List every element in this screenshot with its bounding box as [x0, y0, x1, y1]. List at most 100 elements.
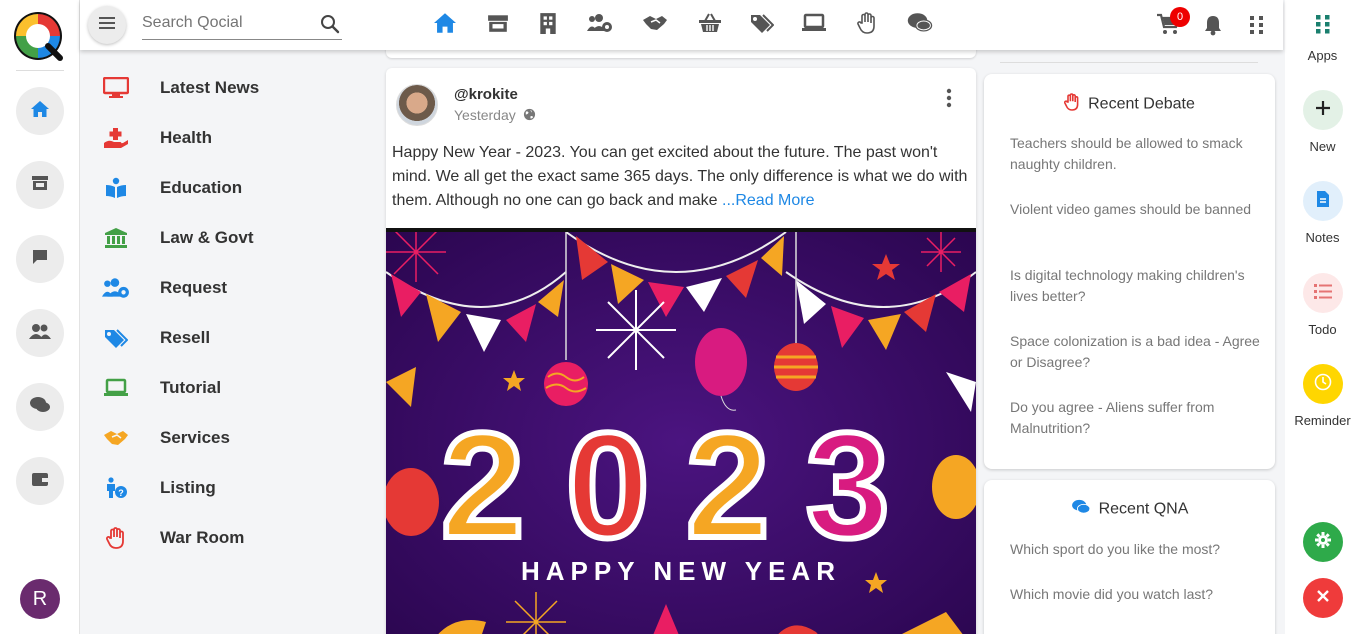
apps-grid-icon[interactable] — [1250, 16, 1264, 39]
post-card: @krokite Yesterday Happy New Year - 2023… — [386, 68, 976, 634]
book-icon — [102, 176, 130, 200]
category-listing[interactable]: ? Listing — [80, 468, 376, 508]
category-latest-news[interactable]: Latest News — [80, 68, 376, 108]
category-request[interactable]: Request — [80, 268, 376, 308]
users-gear-icon — [587, 13, 613, 38]
home-icon — [432, 12, 458, 39]
recent-debate-header: Recent Debate — [984, 93, 1275, 116]
wallet-icon — [31, 471, 49, 492]
left-rail: R — [0, 0, 80, 634]
new-button[interactable] — [1303, 90, 1343, 130]
rail-chat-button[interactable] — [16, 383, 64, 431]
store-icon — [30, 174, 50, 197]
debate-item[interactable]: Do you agree - Aliens suffer from Malnut… — [1010, 397, 1260, 439]
close-button[interactable] — [1303, 578, 1343, 618]
right-rail: Apps New Notes Todo Reminder — [1285, 0, 1360, 634]
image-year-0: 0 — [566, 401, 649, 569]
post-author-avatar[interactable] — [396, 84, 438, 126]
bell-icon[interactable] — [1203, 14, 1223, 41]
post-options-icon[interactable] — [946, 88, 952, 113]
todo-label: Todo — [1308, 322, 1337, 337]
post-username[interactable]: @krokite — [454, 86, 518, 103]
laptop-icon — [802, 13, 826, 38]
hamburger-icon — [99, 16, 115, 35]
category-resell[interactable]: Resell — [80, 318, 376, 358]
reminder-button[interactable] — [1303, 364, 1343, 404]
debate-item[interactable]: Teachers should be allowed to smack naug… — [1010, 133, 1260, 175]
file-icon — [1316, 190, 1330, 213]
nav-tutorial[interactable] — [800, 12, 828, 38]
image-year-2: 2 — [441, 401, 524, 569]
globe-icon — [523, 108, 536, 126]
category-label: War Room — [160, 528, 245, 547]
close-icon — [1316, 589, 1330, 608]
qna-item[interactable]: Which movie did you watch last? — [1010, 584, 1260, 605]
top-bar: 0 — [80, 0, 1283, 50]
widget-divider — [1000, 62, 1258, 63]
apps-label: Apps — [1307, 48, 1338, 63]
todo-button[interactable] — [1303, 273, 1343, 313]
rail-messages-button[interactable] — [16, 235, 64, 283]
category-label: Law & Govt — [160, 228, 254, 247]
nav-tags[interactable] — [748, 12, 776, 38]
qna-item[interactable]: Which sport do you like the most? — [1010, 539, 1260, 560]
clock-icon — [1314, 373, 1332, 396]
svg-text:?: ? — [118, 488, 124, 498]
rail-divider — [16, 70, 64, 71]
bank-icon — [102, 226, 130, 250]
category-services[interactable]: Services — [80, 418, 376, 458]
category-label: Resell — [160, 328, 211, 347]
recent-debate-title: Recent Debate — [1088, 95, 1195, 113]
qocial-logo[interactable] — [12, 10, 64, 62]
rail-wallet-button[interactable] — [16, 457, 64, 505]
post-image[interactable]: 2 0 2 3 HAPPY NEW YEAR — [386, 228, 976, 634]
category-label: Latest News — [160, 78, 260, 97]
home-icon — [30, 100, 50, 123]
notes-label: Notes — [1305, 230, 1340, 245]
nav-home[interactable] — [431, 12, 459, 38]
category-label: Services — [160, 428, 230, 447]
nav-groups[interactable] — [586, 12, 614, 38]
building-icon — [539, 12, 557, 39]
hand-icon — [857, 11, 877, 39]
post-time: Yesterday — [454, 107, 516, 123]
rail-friends-button[interactable] — [16, 309, 64, 357]
search-input[interactable] — [142, 10, 312, 36]
plus-icon — [1315, 100, 1331, 121]
debate-item[interactable]: Space colonization is a bad idea - Agree… — [1010, 331, 1260, 373]
recent-qna-widget: Recent QNA Which sport do you like the m… — [984, 480, 1275, 634]
store-icon — [487, 13, 509, 38]
list-icon — [1314, 283, 1332, 304]
debate-item[interactable]: Is digital technology making children's … — [1010, 265, 1260, 307]
search-icon[interactable] — [320, 14, 340, 39]
category-label: Health — [160, 128, 212, 147]
nav-buildings[interactable] — [534, 12, 562, 38]
nav-store[interactable] — [484, 12, 512, 38]
tags-icon — [750, 13, 775, 38]
user-avatar[interactable]: R — [20, 579, 60, 619]
settings-button[interactable] — [1303, 522, 1343, 562]
new-label: New — [1309, 139, 1336, 154]
nav-war-room[interactable] — [853, 11, 881, 39]
read-more-link[interactable]: ...Read More — [722, 192, 814, 209]
category-war-room[interactable]: War Room — [80, 518, 376, 558]
category-education[interactable]: Education — [80, 168, 376, 208]
notes-button[interactable] — [1303, 181, 1343, 221]
nav-chat[interactable] — [906, 12, 934, 38]
category-tutorial[interactable]: Tutorial — [80, 368, 376, 408]
search-box — [142, 10, 342, 40]
rail-home-button[interactable] — [16, 87, 64, 135]
menu-button[interactable] — [88, 6, 126, 44]
reminder-label: Reminder — [1294, 413, 1351, 428]
rail-store-button[interactable] — [16, 161, 64, 209]
category-law-govt[interactable]: Law & Govt — [80, 218, 376, 258]
hand-icon — [1064, 93, 1080, 116]
apps-button[interactable] — [1303, 6, 1343, 46]
category-label: Education — [160, 178, 243, 197]
image-year-3: 3 — [806, 401, 889, 569]
comments-icon — [1071, 499, 1091, 520]
nav-basket[interactable] — [696, 12, 724, 38]
debate-item[interactable]: Violent video games should be banned — [1010, 199, 1260, 220]
nav-services[interactable] — [641, 12, 669, 38]
category-health[interactable]: Health — [80, 118, 376, 158]
